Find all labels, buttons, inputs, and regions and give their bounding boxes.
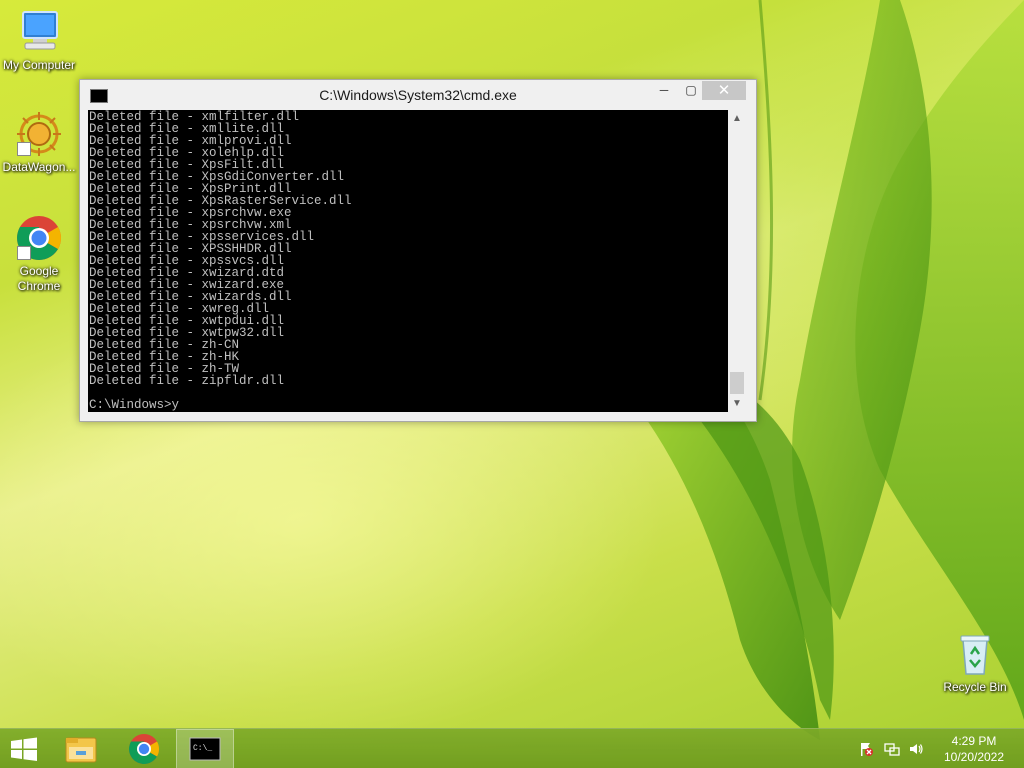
chrome-icon (128, 734, 160, 765)
cmd-window[interactable]: C:\Windows\System32\cmd.exe ─ ▢ ✕ Delete… (79, 79, 757, 422)
folder-icon (65, 737, 97, 763)
maximize-button[interactable]: ▢ (677, 81, 705, 100)
volume-icon[interactable] (908, 741, 924, 757)
scroll-up-button[interactable]: ▲ (728, 110, 746, 127)
cmd-taskbar-icon: C:\_ (189, 737, 221, 761)
desktop-icon-label: My Computer (2, 58, 76, 72)
command-prompt[interactable]: C:\Windows>y (89, 399, 179, 412)
taskbar-cmd[interactable]: C:\_ (176, 729, 234, 768)
minimize-button[interactable]: ─ (650, 81, 678, 100)
windows-logo-icon (11, 737, 37, 761)
recycle-bin-icon (951, 630, 999, 678)
scroll-down-button[interactable]: ▼ (728, 395, 746, 412)
desktop: My Computer DataWagon... Google Chrome R… (0, 0, 1024, 768)
desktop-icon-datawagon[interactable]: DataWagon... (0, 110, 78, 175)
shortcut-arrow-icon (17, 142, 31, 156)
taskbar-chrome[interactable] (115, 729, 173, 768)
desktop-icon-google-chrome[interactable]: Google Chrome (0, 214, 78, 294)
desktop-icon-my-computer[interactable]: My Computer (0, 8, 78, 73)
shortcut-arrow-icon (17, 246, 31, 260)
action-center-flag-icon[interactable] (858, 741, 874, 757)
clock-time: 4:29 PM (951, 734, 997, 748)
network-icon[interactable] (884, 741, 900, 757)
desktop-icon-label: Recycle Bin (943, 680, 1007, 694)
console-output[interactable]: Deleted file - xmlfilter.dll Deleted file… (88, 110, 728, 412)
datawagon-icon (15, 110, 63, 158)
computer-icon (15, 8, 63, 56)
taskbar-clock[interactable]: 4:29 PM 10/20/2022 (934, 733, 1014, 765)
taskbar: C:\_ 4:29 PM 10/20/2022 (0, 728, 1024, 768)
system-tray: 4:29 PM 10/20/2022 (854, 729, 1024, 768)
clock-date: 10/20/2022 (943, 750, 1005, 764)
desktop-icon-label: DataWagon... (2, 160, 76, 174)
chrome-icon (15, 214, 63, 262)
start-button[interactable] (0, 729, 48, 768)
desktop-icon-label: Google Chrome (17, 264, 61, 293)
scroll-thumb[interactable] (730, 372, 744, 394)
taskbar-file-explorer[interactable] (52, 729, 110, 768)
console-lines: Deleted file - xmlfilter.dll Deleted file… (89, 111, 352, 388)
cmd-taskbar-icon-text: C:\_ (193, 744, 212, 753)
desktop-icon-recycle-bin[interactable]: Recycle Bin (936, 630, 1014, 695)
vertical-scrollbar[interactable]: ▲ ▼ (728, 110, 746, 412)
close-button[interactable]: ✕ (702, 81, 746, 100)
window-titlebar[interactable]: C:\Windows\System32\cmd.exe ─ ▢ ✕ (80, 80, 756, 110)
console-line: Deleted file - zipfldr.dll (89, 374, 285, 388)
